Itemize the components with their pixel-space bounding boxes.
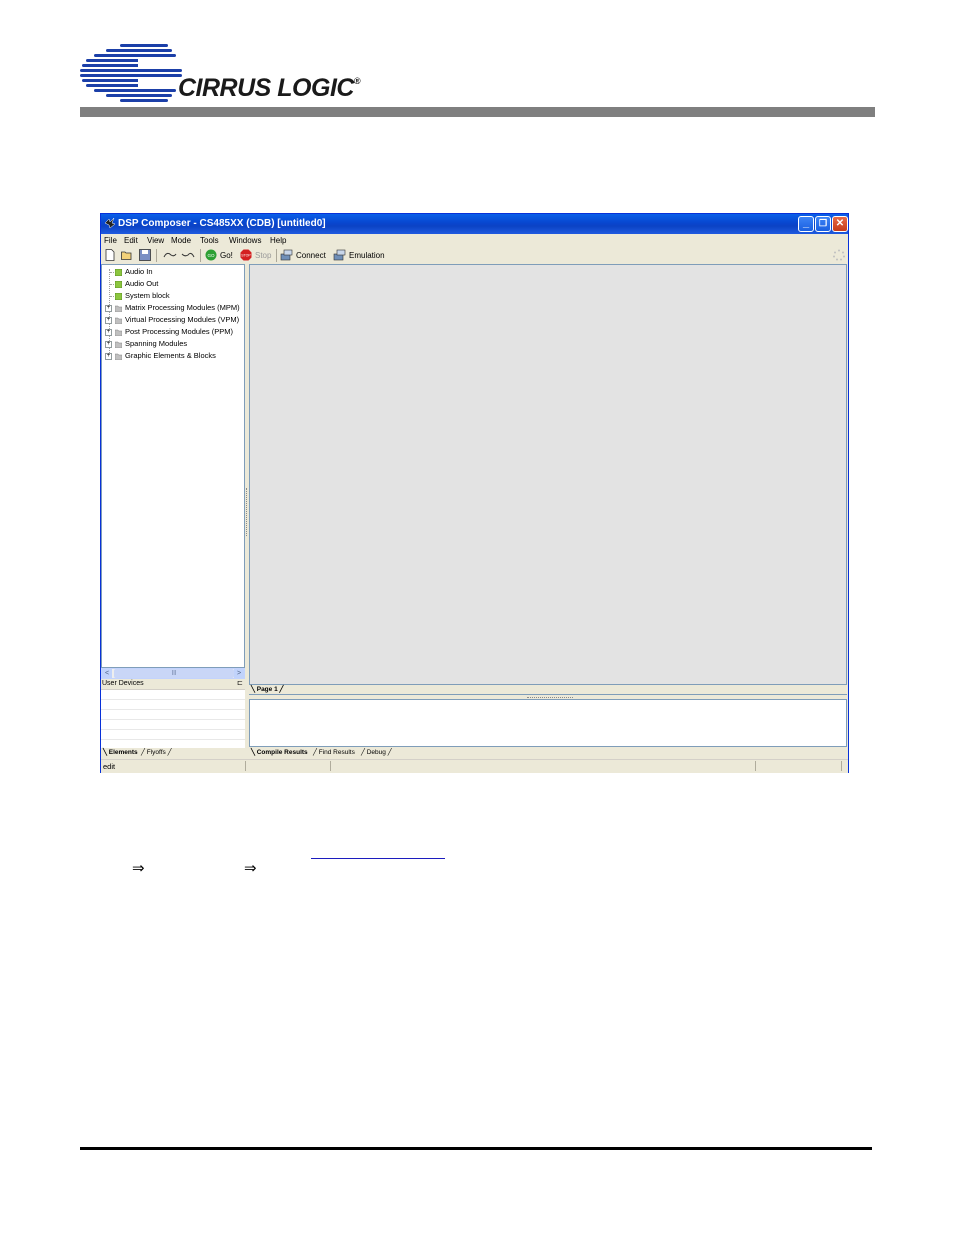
menu-windows[interactable]: Windows bbox=[229, 236, 261, 245]
tree-item-spanning-modules[interactable]: Spanning Modules bbox=[125, 339, 187, 348]
list-row bbox=[101, 729, 245, 730]
folder-icon bbox=[115, 353, 122, 360]
tab-find-results[interactable]: ╱ Find Results bbox=[313, 748, 355, 756]
footer-rule bbox=[80, 1147, 872, 1150]
svg-text:GO: GO bbox=[207, 253, 215, 258]
toolbar: GO Go! STOP Stop Connect Emulation bbox=[101, 247, 848, 264]
status-divider bbox=[841, 761, 842, 771]
menu-edit[interactable]: Edit bbox=[124, 236, 138, 245]
toolbar-separator bbox=[276, 249, 277, 262]
status-divider bbox=[245, 761, 246, 771]
undo-icon[interactable] bbox=[163, 249, 177, 261]
status-divider bbox=[330, 761, 331, 771]
module-green-icon bbox=[115, 269, 122, 276]
cirrus-logo-text: CIRRUS LOGIC® bbox=[178, 74, 361, 102]
scroll-thumb-grip: ||| bbox=[172, 670, 176, 676]
expand-toggle[interactable]: + bbox=[105, 341, 112, 348]
stop-button[interactable]: Stop bbox=[255, 251, 271, 260]
tab-compile-results[interactable]: ╲ Compile Results bbox=[251, 748, 308, 756]
tab-flyoffs[interactable]: ╱ Flyoffs ╱ bbox=[141, 748, 172, 756]
tree-horizontal-scrollbar[interactable]: < ||| > bbox=[101, 668, 245, 679]
list-row bbox=[101, 739, 245, 740]
menu-mode[interactable]: Mode bbox=[171, 236, 191, 245]
menu-file[interactable]: File bbox=[104, 236, 117, 245]
status-bar: edit bbox=[101, 759, 848, 773]
connect-icon[interactable] bbox=[280, 249, 294, 261]
element-tree-panel: Audio In Audio Out System block + Matrix… bbox=[101, 264, 245, 668]
pin-icon[interactable]: ⊏ bbox=[237, 679, 243, 687]
svg-text:STOP: STOP bbox=[241, 254, 251, 258]
list-row bbox=[101, 719, 245, 720]
tree-item-ppm[interactable]: Post Processing Modules (PPM) bbox=[125, 327, 233, 336]
left-panel-tabs: ╲ Elements ╱ Flyoffs ╱ bbox=[101, 748, 245, 758]
expand-toggle[interactable]: + bbox=[105, 317, 112, 324]
tree-item-audio-out[interactable]: Audio Out bbox=[125, 279, 158, 288]
status-mode: edit bbox=[103, 762, 116, 771]
save-icon[interactable] bbox=[139, 249, 151, 261]
design-canvas[interactable] bbox=[249, 264, 847, 685]
tree-item-vpm[interactable]: Virtual Processing Modules (VPM) bbox=[125, 315, 239, 324]
user-devices-label: User Devices bbox=[102, 680, 144, 687]
new-file-icon[interactable] bbox=[104, 249, 116, 261]
expand-toggle[interactable]: + bbox=[105, 305, 112, 312]
open-folder-icon[interactable] bbox=[121, 249, 133, 261]
tab-page-1[interactable]: ╲ Page 1 ╱ bbox=[251, 685, 283, 693]
dsp-composer-window: DSP Composer - CS485XX (CDB) [untitled0]… bbox=[100, 213, 849, 773]
tab-elements[interactable]: ╲ Elements bbox=[103, 748, 138, 756]
folder-icon bbox=[115, 329, 122, 336]
toolbar-separator bbox=[156, 249, 157, 262]
tree-item-graphic-elements[interactable]: Graphic Elements & Blocks bbox=[125, 351, 216, 360]
menu-view[interactable]: View bbox=[147, 236, 164, 245]
folder-icon bbox=[115, 305, 122, 312]
menu-tools[interactable]: Tools bbox=[200, 236, 219, 245]
tree-item-mpm[interactable]: Matrix Processing Modules (MPM) bbox=[125, 303, 240, 312]
list-row bbox=[101, 699, 245, 700]
activity-spinner-icon bbox=[833, 249, 845, 261]
page-tabs: ╲ Page 1 ╱ bbox=[249, 685, 847, 695]
header-rule bbox=[80, 107, 875, 117]
title-bar[interactable]: DSP Composer - CS485XX (CDB) [untitled0]… bbox=[101, 214, 848, 234]
menu-help[interactable]: Help bbox=[270, 236, 286, 245]
go-button[interactable]: Go! bbox=[220, 251, 233, 260]
stop-icon[interactable]: STOP bbox=[240, 249, 252, 261]
menu-bar: File Edit View Mode Tools Windows Help bbox=[101, 234, 848, 247]
hyperlink-underline[interactable] bbox=[311, 849, 445, 859]
tree-item-system-block[interactable]: System block bbox=[125, 291, 170, 300]
user-devices-header: User Devices ⊏ bbox=[101, 680, 245, 689]
emulation-icon[interactable] bbox=[333, 249, 347, 261]
tree-item-audio-in[interactable]: Audio In bbox=[125, 267, 153, 276]
emulation-button[interactable]: Emulation bbox=[349, 251, 385, 260]
list-row bbox=[101, 709, 245, 710]
folder-icon bbox=[115, 317, 122, 324]
minimize-button[interactable]: _ bbox=[798, 216, 814, 232]
user-devices-list[interactable] bbox=[101, 689, 245, 748]
output-tabs: ╲ Compile Results ╱ Find Results ╱ Debug… bbox=[249, 748, 847, 758]
arrow-symbol: ⇒ bbox=[244, 859, 257, 877]
close-button[interactable]: ✕ bbox=[832, 216, 848, 232]
cirrus-logo-mark-icon bbox=[80, 44, 184, 102]
toolbar-separator bbox=[200, 249, 201, 262]
arrow-symbol: ⇒ bbox=[132, 859, 145, 877]
output-pane[interactable] bbox=[249, 699, 847, 747]
app-icon bbox=[104, 217, 116, 229]
folder-icon bbox=[115, 341, 122, 348]
module-green-icon bbox=[115, 293, 122, 300]
go-icon[interactable]: GO bbox=[205, 249, 217, 261]
expand-toggle[interactable]: + bbox=[105, 353, 112, 360]
tab-debug[interactable]: ╱ Debug ╱ bbox=[361, 748, 392, 756]
redo-icon[interactable] bbox=[181, 249, 195, 261]
restore-button[interactable]: ❐ bbox=[815, 216, 831, 232]
scroll-right-button[interactable]: > bbox=[234, 669, 244, 678]
window-title: DSP Composer - CS485XX (CDB) [untitled0] bbox=[118, 218, 326, 229]
module-green-icon bbox=[115, 281, 122, 288]
scroll-left-button[interactable]: < bbox=[102, 669, 112, 678]
status-divider bbox=[755, 761, 756, 771]
expand-toggle[interactable]: + bbox=[105, 329, 112, 336]
connect-button[interactable]: Connect bbox=[296, 251, 326, 260]
